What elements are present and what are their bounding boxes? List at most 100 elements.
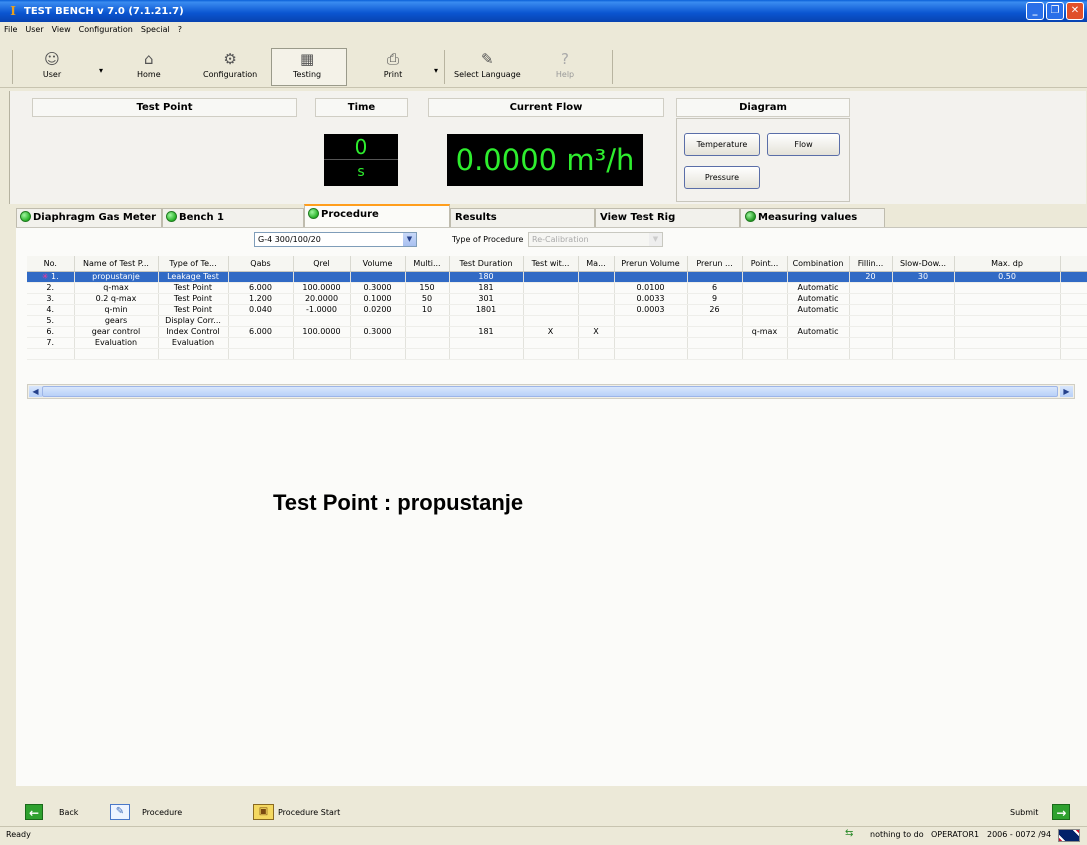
toolbar-print-button[interactable]: ⎙ Print xyxy=(383,50,403,79)
pressure-diagram-button[interactable]: Pressure xyxy=(684,166,760,189)
table-row[interactable]: 4. q-min Test Point 0.040 -1.0000 0.0200 10 180… xyxy=(27,304,1087,316)
column-header[interactable]: Type of Te... xyxy=(158,256,229,272)
tab-measuring-values[interactable]: Measuring values xyxy=(740,208,885,228)
procedure-start-button[interactable]: ▣ Procedure Start xyxy=(253,804,340,820)
column-header[interactable]: Slow-Dow... xyxy=(892,256,955,272)
menu-view[interactable]: View xyxy=(52,25,71,34)
close-button[interactable]: ✕ xyxy=(1066,2,1084,20)
status-led-icon xyxy=(745,211,756,222)
table-row[interactable]: 5. gears Display Corr... xyxy=(27,315,1087,327)
submit-button[interactable]: Submit → xyxy=(1010,804,1071,820)
table-row[interactable]: 3. 0.2 q-max Test Point 1.200 20.0000 0.1000 5… xyxy=(27,293,1087,305)
grid-horizontal-scrollbar[interactable]: ◀ ▶ xyxy=(27,384,1075,399)
grid-cell xyxy=(614,315,688,327)
table-row-empty xyxy=(27,348,1087,360)
column-header[interactable]: No. xyxy=(27,256,75,272)
grid-cell xyxy=(350,337,406,349)
tab-procedure[interactable]: Procedure xyxy=(304,204,450,228)
grid-cell: 1801 xyxy=(449,304,524,316)
grid-cell: Display Corr... xyxy=(158,315,229,327)
grid-cell: 301 xyxy=(449,293,524,305)
tab-diaphragm-gas-meter[interactable]: Diaphragm Gas Meter xyxy=(16,208,162,228)
grid-cell: 5. xyxy=(27,315,75,327)
test-point-header: Test Point xyxy=(32,98,297,117)
column-header[interactable]: Test Duration xyxy=(449,256,524,272)
back-button[interactable]: ← Back xyxy=(25,804,78,820)
column-header[interactable]: Multi... xyxy=(405,256,450,272)
column-header[interactable]: Combination xyxy=(787,256,850,272)
table-row[interactable]: 7. Evaluation Evaluation xyxy=(27,337,1087,349)
scroll-right-icon[interactable]: ▶ xyxy=(1060,386,1073,397)
column-header[interactable]: Qrel xyxy=(293,256,351,272)
table-row[interactable]: 2. q-max Test Point 6.000 100.0000 0.3000 150 1… xyxy=(27,282,1087,294)
status-ready: Ready xyxy=(6,830,31,839)
column-header[interactable]: Prerun ... xyxy=(687,256,743,272)
menu-user[interactable]: User xyxy=(25,25,43,34)
grid-cell xyxy=(578,293,615,305)
grid-cell xyxy=(578,282,615,294)
grid-cell: 0.040 xyxy=(228,304,294,316)
scrollbar-thumb[interactable] xyxy=(42,386,1058,397)
user-dropdown-arrow[interactable]: ▾ xyxy=(99,66,103,75)
tab-bench-1[interactable]: Bench 1 xyxy=(162,208,304,228)
restore-button[interactable]: ❐ xyxy=(1046,2,1064,20)
status-operator: OPERATOR1 xyxy=(931,830,980,839)
status-bar: Ready ⇆ nothing to do OPERATOR1 2006 - 0… xyxy=(0,826,1087,845)
print-dropdown-arrow[interactable]: ▾ xyxy=(434,66,438,75)
toolbar-select-language-button[interactable]: ✎ Select Language xyxy=(454,50,521,79)
grid-cell xyxy=(293,337,351,349)
toolbar-help-button[interactable]: ? Help xyxy=(555,50,575,79)
grid-cell xyxy=(523,293,579,305)
grid-cell xyxy=(687,271,743,283)
column-header[interactable]: Test wit... xyxy=(523,256,579,272)
procedure-button[interactable]: ✎ Procedure xyxy=(110,804,182,820)
menu-help[interactable]: ? xyxy=(178,25,182,34)
grid-cell xyxy=(1060,315,1087,327)
flow-diagram-button[interactable]: Flow xyxy=(767,133,840,156)
column-header[interactable]: Ma... xyxy=(578,256,615,272)
grid-cell xyxy=(293,271,351,283)
column-header[interactable]: Name of Test P... xyxy=(74,256,159,272)
column-header[interactable]: Max. dp xyxy=(954,256,1061,272)
menu-bar: File User View Configuration Special ? xyxy=(0,22,1087,36)
current-flow-header: Current Flow xyxy=(428,98,664,117)
column-header[interactable]: Qabs xyxy=(228,256,294,272)
grid-cell: propustanje xyxy=(74,271,159,283)
toolbar-configuration-button[interactable]: ⚙ Configuration xyxy=(203,50,257,79)
grid-cell xyxy=(742,315,788,327)
arrow-left-icon: ← xyxy=(25,804,43,820)
tab-view-test-rig[interactable]: View Test Rig xyxy=(595,208,740,228)
type-of-procedure-select[interactable]: Re-Calibration ▼ xyxy=(528,232,663,247)
menu-configuration[interactable]: Configuration xyxy=(79,25,133,34)
toolbar-home-button[interactable]: ⌂ Home xyxy=(137,50,161,79)
column-header[interactable]: Fillin... xyxy=(849,256,893,272)
grid-cell: 1.200 xyxy=(228,293,294,305)
menu-file[interactable]: File xyxy=(4,25,17,34)
toolbar-user-button[interactable]: ☺ User xyxy=(42,50,62,79)
grid-cell: Index Control xyxy=(158,326,229,338)
column-header[interactable]: Prerun Volume xyxy=(614,256,688,272)
grid-cell: 180 xyxy=(449,271,524,283)
uk-flag-icon[interactable] xyxy=(1058,829,1080,842)
toolbar-separator xyxy=(12,50,13,84)
tab-results[interactable]: Results xyxy=(450,208,595,228)
grid-cell: Test Point xyxy=(158,304,229,316)
scroll-left-icon[interactable]: ◀ xyxy=(29,386,42,397)
procedure-select[interactable]: G-4 300/100/20 ▼ xyxy=(254,232,417,247)
table-row[interactable]: 6. gear control Index Control 6.000 100.0000… xyxy=(27,326,1087,338)
grid-cell: Evaluation xyxy=(158,337,229,349)
grid-cell xyxy=(787,271,850,283)
temperature-diagram-button[interactable]: Temperature xyxy=(684,133,760,156)
toolbar-testing-button[interactable]: ▦ Testing xyxy=(293,50,321,79)
grid-cell xyxy=(228,337,294,349)
column-header[interactable]: Point... xyxy=(742,256,788,272)
status-led-icon xyxy=(166,211,177,222)
user-icon: ☺ xyxy=(44,50,60,68)
gears-icon: ⚙ xyxy=(223,50,237,68)
grid-cell: 9 xyxy=(687,293,743,305)
minimize-button[interactable]: _ xyxy=(1026,2,1044,20)
menu-special[interactable]: Special xyxy=(141,25,170,34)
chevron-down-icon: ▼ xyxy=(649,233,662,246)
column-header[interactable]: Volume xyxy=(350,256,406,272)
table-row[interactable]: ✳ 1. propustanje Leakage Test 180 20 30 … xyxy=(27,271,1087,283)
